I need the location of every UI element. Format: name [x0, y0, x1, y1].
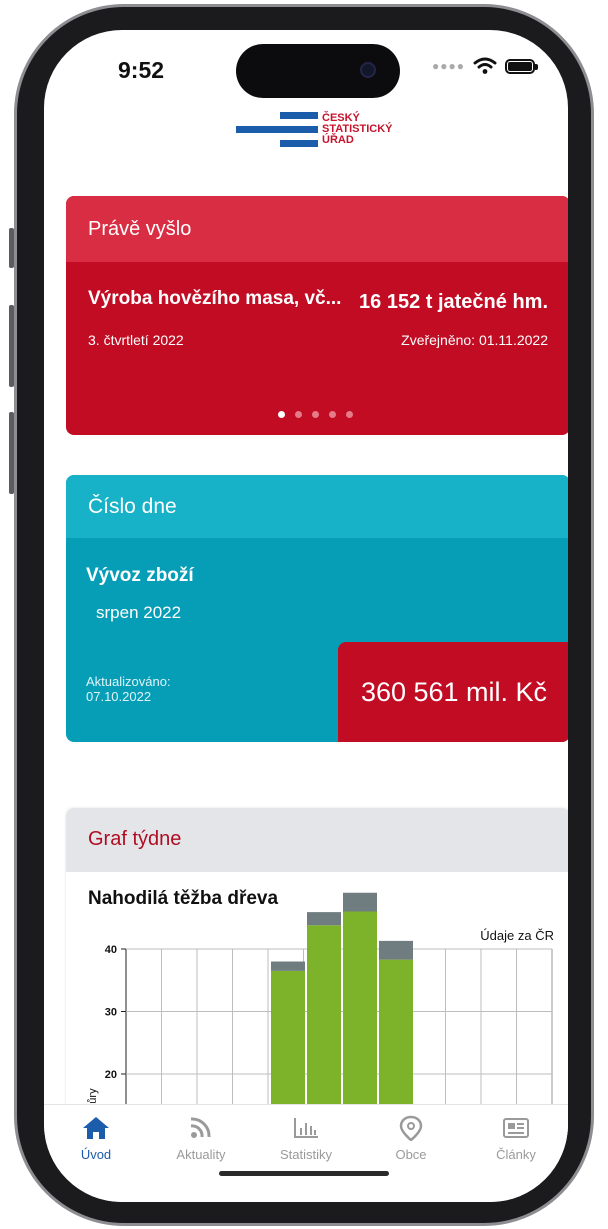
tab-statistiky[interactable]: Statistiky [254, 1115, 358, 1162]
tab-bar: Úvod Aktuality Statistiky Obce Články [44, 1104, 568, 1202]
dynamic-island [236, 44, 400, 98]
mute-switch [9, 228, 14, 268]
tab-obce[interactable]: Obce [359, 1115, 463, 1162]
tab-label: Články [496, 1147, 536, 1162]
updated-label: Aktualizováno: [86, 674, 171, 689]
bar-segment-gray [271, 961, 305, 971]
bar-chart: 203040bez kůry [87, 892, 553, 1138]
tab-label: Obce [395, 1147, 427, 1162]
pager-dot[interactable] [346, 411, 353, 418]
wifi-icon [473, 57, 497, 74]
tab-clanky[interactable]: Články [464, 1115, 568, 1162]
camera-icon [360, 62, 376, 78]
battery-icon [505, 58, 538, 74]
y-tick-label: 20 [105, 1069, 117, 1081]
bar-segment-green [343, 911, 377, 1106]
bar-segment-gray [307, 912, 341, 926]
number-period: srpen 2022 [96, 603, 182, 622]
number-of-day-card[interactable]: Číslo dne Vývoz zboží srpen 2022 Aktuali… [66, 475, 568, 742]
tab-label: Statistiky [279, 1147, 332, 1162]
volume-up-button [9, 305, 14, 387]
home-indicator [219, 1171, 389, 1176]
updated-date: 07.10.2022 [86, 689, 152, 704]
bar-segment-green [271, 970, 305, 1106]
bar-segment-gray [343, 892, 377, 912]
release-value: 16 152 t jatečné hm. [359, 291, 548, 313]
status-time: 9:52 [118, 57, 165, 83]
release-card-header: Právě vyšlo [66, 196, 568, 262]
pager-dot[interactable] [312, 411, 319, 418]
app-screen: 9:52 ●●●● ČESKÝ STATISTICKÝ ÚŘAD Právě v… [44, 30, 568, 1202]
y-tick-label: 30 [105, 1007, 117, 1019]
rss-feed-icon [190, 1117, 211, 1138]
y-tick-label: 40 [105, 944, 117, 956]
tab-uvod[interactable]: Úvod [44, 1115, 148, 1162]
bar-segment-green [307, 925, 341, 1106]
logo-text: ČESKÝ STATISTICKÝ ÚŘAD [322, 111, 393, 146]
csu-logo: ČESKÝ STATISTICKÝ ÚŘAD [236, 109, 392, 149]
pager-dot[interactable] [278, 411, 285, 418]
number-value: 360 561 mil. Kč [338, 642, 568, 742]
bar-segment-gray [379, 940, 413, 960]
volume-down-button [9, 412, 14, 494]
cellular-signal-icon: ●●●● [432, 59, 465, 73]
newspaper-icon [503, 1118, 529, 1138]
release-published-date: Zveřejněno: 01.11.2022 [401, 332, 548, 348]
bar-segment-green [379, 959, 413, 1106]
bar-chart-icon [294, 1118, 318, 1138]
tab-aktuality[interactable]: Aktuality [149, 1115, 253, 1162]
location-pin-icon [399, 1115, 423, 1141]
carousel-pager[interactable] [278, 411, 353, 418]
release-period: 3. čtvrtletí 2022 [88, 332, 184, 348]
tab-label: Aktuality [176, 1147, 226, 1162]
number-card-header: Číslo dne [66, 475, 568, 538]
pager-dot[interactable] [295, 411, 302, 418]
graph-of-week-card[interactable]: Graf týdne Nahodilá těžba dřeva Údaje za… [66, 808, 568, 1138]
status-icons: ●●●● [432, 57, 538, 75]
release-card[interactable]: Právě vyšlo Výroba hovězího masa, vč... … [66, 196, 568, 435]
logo-mark [236, 109, 318, 149]
pager-dot[interactable] [329, 411, 336, 418]
release-title: Výroba hovězího masa, vč... [88, 288, 342, 309]
home-icon [83, 1117, 109, 1139]
number-title: Vývoz zboží [86, 565, 194, 586]
tab-label: Úvod [80, 1147, 112, 1162]
